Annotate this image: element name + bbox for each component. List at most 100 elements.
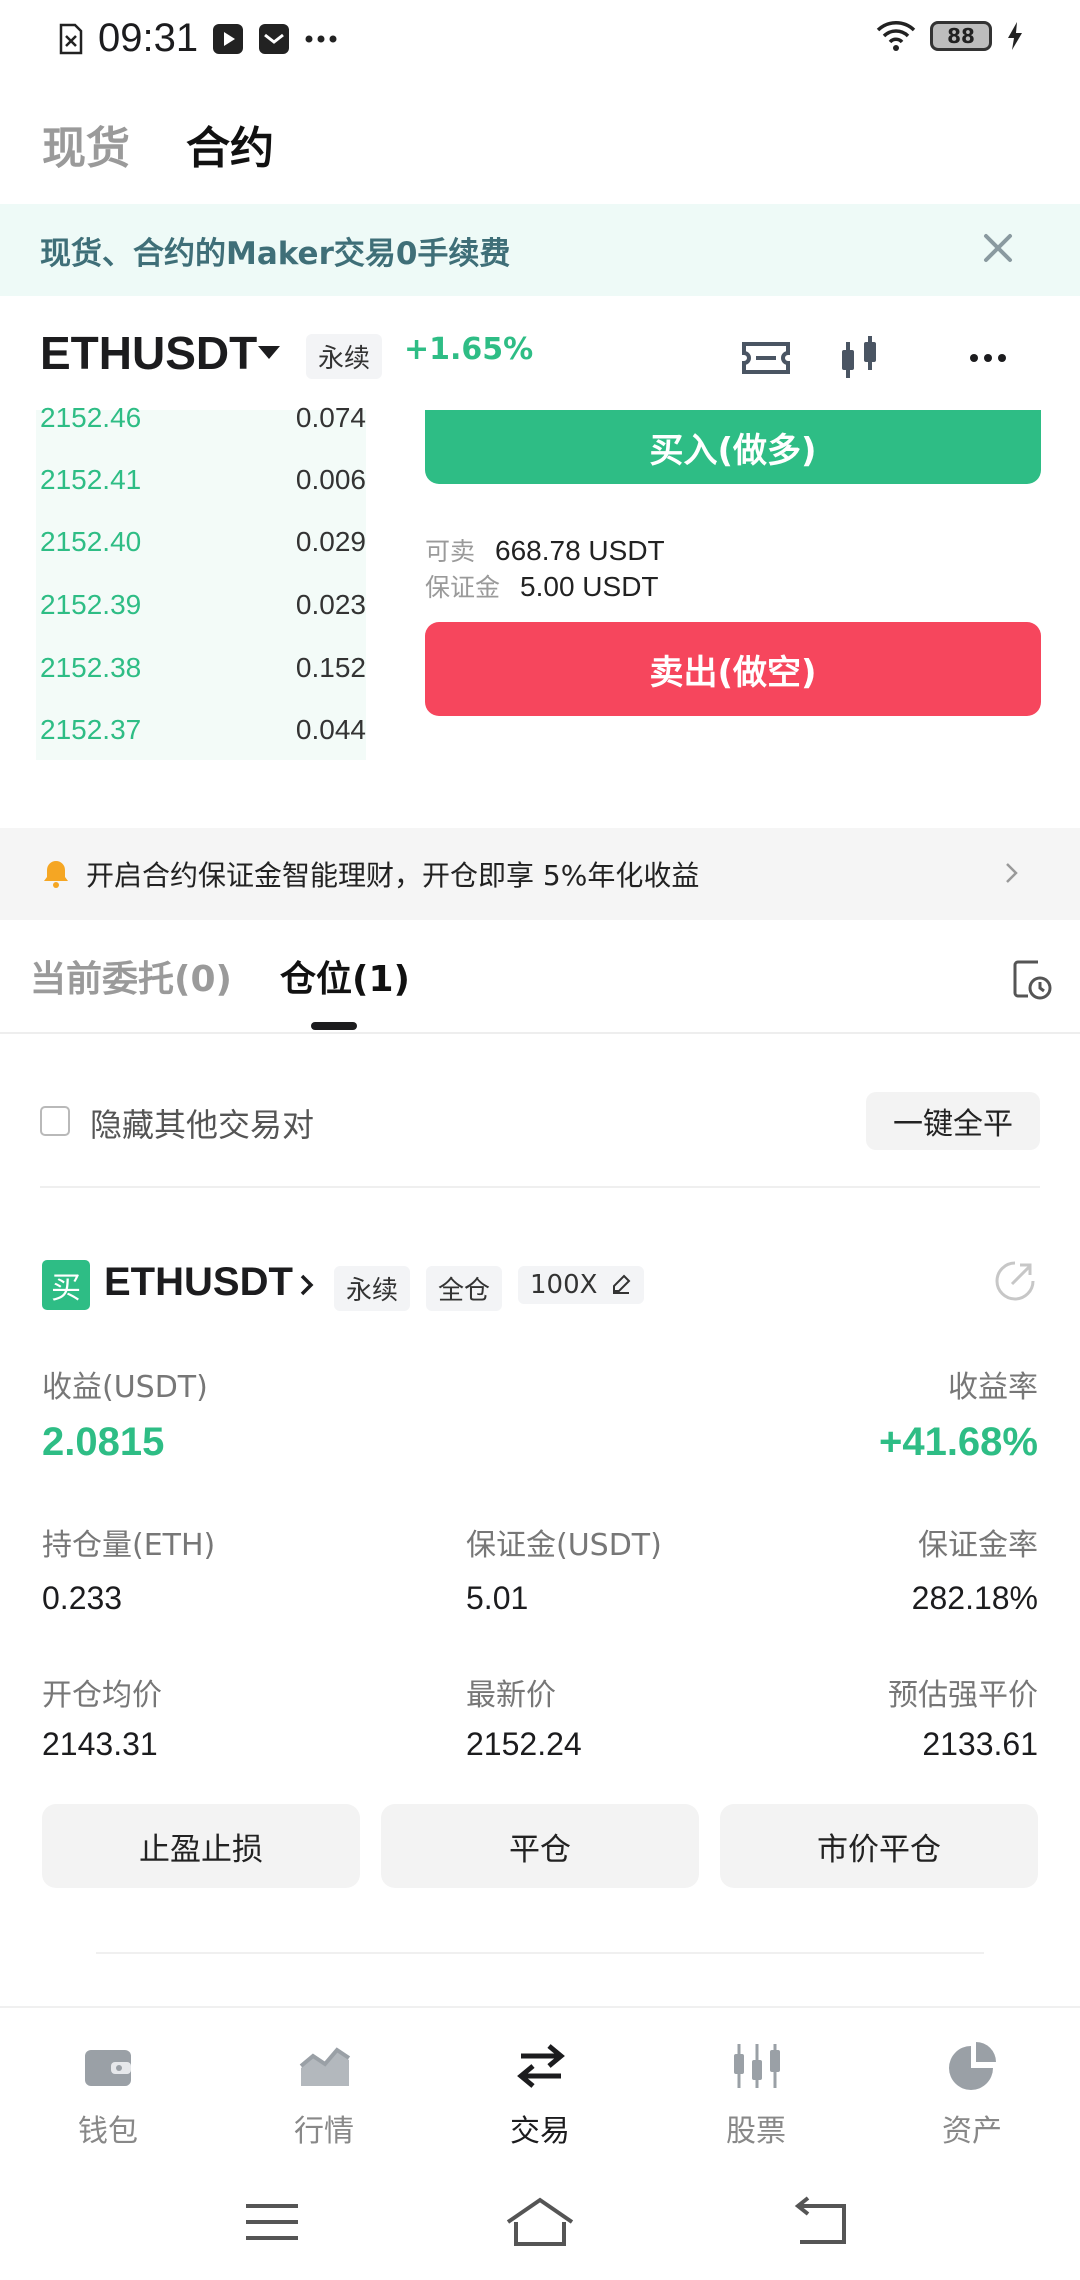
pnl-value: 2.0815 [42, 1420, 165, 1464]
bid-price: 2152.41 [40, 464, 142, 495]
available-label: 可卖 [425, 537, 476, 566]
roe-label: 收益率 [948, 1370, 1038, 1405]
position-card-header: 买 ETHUSDT 永续 全仓 100X [0, 1256, 1080, 1316]
divider [40, 1186, 1040, 1188]
orderbook-row[interactable]: 2152.37 0.044 [36, 714, 366, 754]
nav-wallet[interactable]: 钱包 [28, 2038, 188, 2158]
position-tabs: 当前委托(0) 仓位(1) [0, 920, 1080, 1034]
wifi-icon [876, 21, 916, 51]
entry-price-label: 开仓均价 [42, 1678, 162, 1713]
swap-arrows-icon [517, 2044, 565, 2088]
orderbook-row[interactable]: 2152.41 0.006 [36, 464, 366, 504]
promo-banner[interactable]: 现货、合约的Maker交易0手续费 [0, 204, 1080, 296]
bid-price: 2152.38 [40, 652, 142, 683]
back-icon[interactable] [786, 2192, 858, 2252]
available-value: 668.78 USDT [495, 535, 665, 566]
menu-icon[interactable] [236, 2192, 308, 2252]
orderbook-row[interactable]: 2152.38 0.152 [36, 652, 366, 692]
tab-open-orders[interactable]: 当前委托(0) [30, 950, 232, 1002]
charging-icon [1008, 22, 1022, 50]
tab-contract[interactable]: 合约 [186, 112, 274, 176]
more-notifications-icon [305, 35, 337, 42]
market-chart-icon [299, 2047, 351, 2086]
available-info: 可卖 668.78 USDT [425, 532, 665, 568]
notice-text: 开启合约保证金智能理财，开仓即享 5%年化收益 [86, 859, 700, 892]
status-left: 09:31 [58, 16, 338, 61]
system-nav-bar [0, 2170, 1080, 2280]
chevron-right-icon[interactable] [296, 1271, 318, 1299]
pair-dropdown-icon[interactable] [258, 346, 280, 359]
history-icon[interactable] [1008, 956, 1054, 1002]
ticket-icon[interactable] [738, 330, 794, 386]
pnl-label: 收益(USDT) [42, 1370, 208, 1405]
position-margin-value: 5.01 [466, 1580, 529, 1616]
hide-other-pairs-label[interactable]: 隐藏其他交易对 [90, 1100, 314, 1146]
orderbook-row[interactable]: 2152.46 0.074 [36, 402, 366, 442]
margin-value: 5.00 USDT [520, 571, 659, 602]
tab-spot[interactable]: 现货 [42, 112, 130, 176]
position-symbol[interactable]: ETHUSDT [104, 1260, 293, 1305]
battery-indicator: 88 [930, 21, 992, 51]
more-options-icon[interactable] [960, 330, 1016, 386]
last-price-label: 最新价 [466, 1678, 556, 1713]
pair-symbol[interactable]: ETHUSDT [40, 326, 257, 380]
active-tab-indicator [311, 1022, 357, 1030]
orderbook-bids: 2152.46 0.074 2152.41 0.006 2152.40 0.02… [36, 402, 366, 760]
hide-other-pairs-checkbox[interactable] [40, 1106, 70, 1136]
bid-qty: 0.006 [295, 464, 366, 495]
market-close-button[interactable]: 市价平仓 [720, 1804, 1038, 1888]
status-time: 09:31 [98, 16, 199, 60]
last-price-value: 2152.24 [466, 1726, 582, 1762]
position-margin-label: 保证金(USDT) [466, 1528, 662, 1563]
pair-change: +1.65% [404, 332, 534, 367]
mail-app-icon [259, 23, 290, 54]
pair-header: ETHUSDT 永续 +1.65% [0, 310, 1080, 406]
nav-wallet-label: 钱包 [78, 2114, 138, 2149]
nav-assets-label: 资产 [942, 2114, 1002, 2149]
close-all-button[interactable]: 一键全平 [866, 1092, 1040, 1150]
wallet-icon [85, 2050, 131, 2086]
bell-icon [44, 861, 68, 888]
market-type-tabs: 现货 合约 [0, 100, 1080, 200]
position-tag-cross: 全仓 [426, 1266, 503, 1311]
orderbook-row[interactable]: 2152.40 0.029 [36, 526, 366, 566]
buy-long-button[interactable]: 买入(做多) [425, 410, 1041, 484]
promo-text: 现货、合约的Maker交易0手续费 [40, 235, 511, 272]
liq-price-value: 2133.61 [922, 1726, 1038, 1762]
nav-assets[interactable]: 资产 [892, 2038, 1052, 2158]
leverage-tag[interactable]: 100X [518, 1266, 644, 1304]
status-right: 88 [876, 20, 1024, 52]
status-bar: 09:31 88 [0, 0, 1080, 84]
tp-sl-button[interactable]: 止盈止损 [42, 1804, 360, 1888]
nav-stocks[interactable]: 股票 [676, 2038, 836, 2158]
divider [96, 1952, 984, 1954]
nav-trade[interactable]: 交易 [460, 2038, 620, 2158]
orderbook-row[interactable]: 2152.39 0.023 [36, 589, 366, 629]
stocks-candles-icon [734, 2044, 780, 2088]
position-filter-row: 隐藏其他交易对 一键全平 [0, 1090, 1080, 1156]
candlestick-chart-icon[interactable] [832, 330, 888, 386]
bid-price: 2152.46 [40, 402, 142, 433]
liq-price-label: 预估强平价 [888, 1678, 1038, 1713]
share-icon[interactable] [992, 1258, 1038, 1304]
margin-rate-value: 282.18% [911, 1580, 1038, 1616]
margin-rate-label: 保证金率 [918, 1528, 1038, 1563]
video-app-icon [213, 23, 244, 54]
nav-market-label: 行情 [294, 2114, 354, 2149]
close-icon[interactable] [976, 226, 1020, 270]
close-position-button[interactable]: 平仓 [381, 1804, 699, 1888]
nav-market[interactable]: 行情 [244, 2038, 404, 2158]
margin-info: 保证金 5.00 USDT [425, 568, 659, 604]
position-tag-perpetual: 永续 [334, 1266, 411, 1311]
tab-positions[interactable]: 仓位(1) [280, 950, 410, 1002]
bid-price: 2152.40 [40, 526, 142, 557]
bid-price: 2152.39 [40, 589, 142, 620]
home-icon[interactable] [504, 2192, 576, 2252]
size-value: 0.233 [42, 1580, 123, 1616]
sell-short-button[interactable]: 卖出(做空) [425, 622, 1041, 716]
earn-notice[interactable]: 开启合约保证金智能理财，开仓即享 5%年化收益 [0, 828, 1080, 920]
bid-qty: 0.044 [295, 714, 366, 745]
margin-label: 保证金 [425, 573, 501, 602]
sim-off-icon [59, 23, 83, 54]
roe-value: +41.68% [878, 1420, 1038, 1464]
